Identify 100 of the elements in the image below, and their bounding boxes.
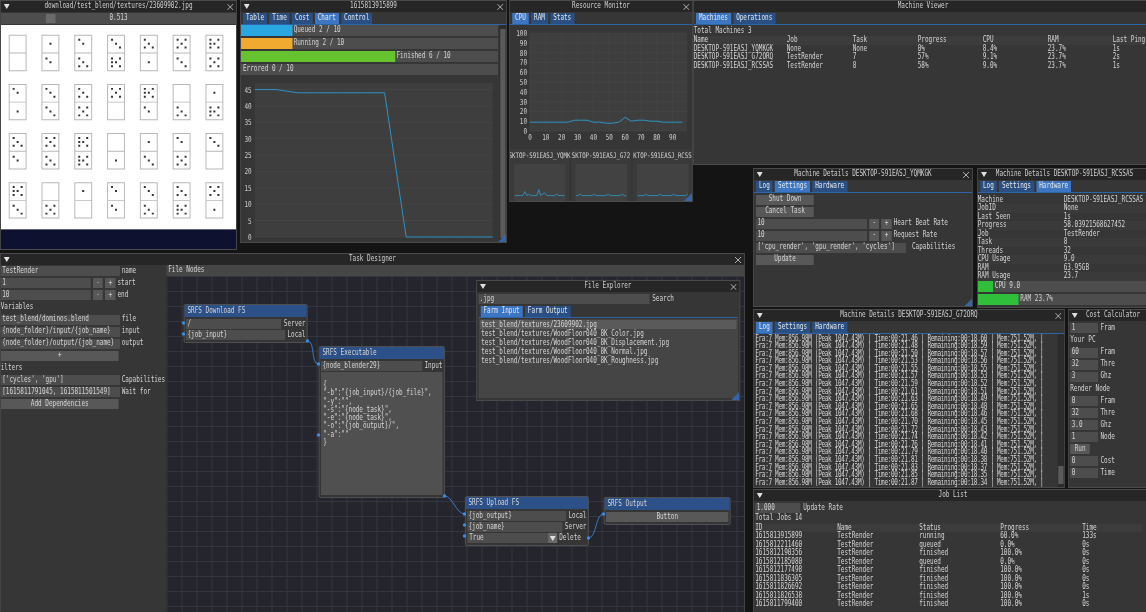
input-field[interactable]: {job_output} — [467, 511, 567, 521]
tab[interactable]: Log — [756, 322, 773, 333]
tab[interactable]: Cost — [292, 13, 313, 24]
tab[interactable]: CPU — [512, 13, 529, 24]
resize-grip[interactable] — [498, 234, 507, 242]
dropdown[interactable]: True — [467, 533, 557, 543]
input-field[interactable]: test_blend/dominos.blend — [0, 314, 120, 325]
minus-button[interactable]: - — [869, 230, 880, 241]
text-area[interactable]: { "-b":"{job_input}/{job_file}", "-y":"", "-s":"{node_task}", "-e":"{node_task}", "-o":"{job_output}/", "-a":"" } — [321, 372, 443, 495]
pin-dot[interactable] — [306, 339, 310, 343]
tab[interactable]: Table — [243, 13, 268, 24]
node[interactable]: SRFS Upload FS {job_output} Local {job_name} Server True Delete — [464, 496, 589, 546]
minus-button[interactable]: - — [93, 278, 103, 288]
tab[interactable]: Operations — [733, 13, 776, 24]
slider[interactable]: 0.513 — [0, 13, 237, 24]
input-field[interactable]: [1615811791045, 1615811501549] — [0, 387, 120, 397]
title-bar[interactable]: Resource Monitor — [509, 1, 693, 12]
tab[interactable]: Stats — [550, 13, 575, 24]
tab[interactable]: Chart — [314, 13, 339, 24]
resize-grip[interactable] — [964, 298, 973, 306]
collapse-icon[interactable] — [756, 493, 763, 498]
input-field[interactable]: TestRender — [0, 266, 120, 276]
input-field[interactable]: ['cpu_render', 'gpu_render', 'cycles'] — [756, 242, 906, 253]
minus-button[interactable]: - — [869, 218, 880, 229]
title-bar[interactable]: 1615813915899 — [240, 1, 507, 12]
input-field[interactable]: 32 — [1070, 408, 1099, 418]
scrollbar[interactable] — [1057, 333, 1065, 487]
resize-grip[interactable] — [684, 193, 693, 201]
title-bar[interactable]: File Explorer — [476, 281, 740, 292]
pin-dot[interactable] — [317, 433, 321, 437]
tab[interactable]: RAM — [531, 13, 548, 24]
input-field[interactable]: {job_input} — [186, 330, 286, 340]
file-item[interactable]: test_blend/textures/WoodFloor040_8K_Roughness.jpg — [479, 355, 737, 365]
plus-button[interactable]: + — [105, 278, 116, 288]
title-bar[interactable]: Machine Details DESKTOP-S91EASJ_YQMKGK — [753, 169, 973, 180]
input-field[interactable]: 1 — [1070, 432, 1099, 442]
pin-dot[interactable] — [443, 494, 447, 498]
node-button[interactable]: Button — [606, 512, 729, 522]
tab[interactable]: Farm Input — [480, 306, 523, 317]
run-button[interactable]: Run — [1070, 444, 1091, 454]
input-field[interactable]: ['cycles', 'gpu'] — [0, 375, 120, 385]
tab[interactable]: Farm Output — [524, 306, 571, 317]
title-bar[interactable]: Machine Viewer — [693, 1, 1146, 12]
tab[interactable]: Log — [756, 181, 773, 192]
file-item[interactable]: test_blend/textures/WoodFloor040_8K_Color.jpg — [479, 328, 737, 338]
file-item[interactable]: test_blend/textures/WoodFloor040_8K_Normal.jpg — [479, 346, 737, 356]
input-field[interactable]: {job_name} — [467, 522, 563, 532]
plus-button[interactable]: + — [881, 218, 892, 229]
collapse-icon[interactable] — [3, 257, 10, 262]
pin-dot[interactable] — [182, 332, 186, 336]
tab[interactable]: Hardware — [812, 181, 848, 192]
tab[interactable]: Log — [980, 181, 997, 192]
input-field[interactable]: 32 — [1070, 359, 1099, 370]
collapse-icon[interactable] — [756, 172, 763, 177]
input-field[interactable]: 0 — [1070, 468, 1099, 478]
tab[interactable]: Control — [341, 13, 373, 24]
input-field[interactable]: 1.000 — [755, 503, 801, 513]
slider-thumb[interactable] — [45, 14, 56, 23]
tab[interactable]: Machines — [696, 13, 731, 24]
node[interactable]: SRFS Output Button — [603, 497, 731, 525]
form-button[interactable]: + — [0, 350, 119, 361]
input-field[interactable]: 10 — [756, 218, 867, 229]
tab[interactable]: Hardware — [812, 322, 848, 333]
pin-dot[interactable] — [463, 534, 467, 538]
input-field[interactable]: 60 — [1070, 347, 1099, 358]
input-field[interactable]: 0 — [1070, 456, 1099, 466]
form-button[interactable]: Add Dependencies — [0, 399, 119, 409]
input-field[interactable]: {node_folder}/input/{job_name} — [0, 326, 120, 337]
pin-dot[interactable] — [463, 512, 467, 516]
tab[interactable]: Settings — [999, 181, 1034, 192]
input-field[interactable]: 3 — [1070, 371, 1099, 382]
minus-button[interactable]: - — [93, 290, 103, 300]
action-button[interactable]: Shut Down — [756, 194, 814, 205]
plus-button[interactable]: + — [881, 230, 892, 241]
pin-dot[interactable] — [602, 512, 606, 516]
collapse-icon[interactable] — [756, 313, 763, 318]
title-bar[interactable]: Job List — [753, 490, 1146, 501]
file-item[interactable]: test_blend/textures/23609902.jpg — [479, 319, 737, 329]
update-button[interactable]: Update — [756, 254, 814, 265]
scrollbar[interactable] — [499, 24, 507, 242]
input-field[interactable]: {node_blender29} — [321, 361, 423, 371]
input-field[interactable]: 3.0 — [1070, 420, 1099, 430]
tab[interactable]: Settings — [775, 322, 810, 333]
input-field[interactable]: 0 — [1070, 396, 1099, 406]
title-bar[interactable]: download/test_blend/textures/23609902.jpg — [0, 1, 237, 12]
input-field[interactable]: 1 — [0, 278, 91, 288]
tab[interactable]: Settings — [775, 181, 810, 192]
title-bar[interactable]: Machine Details DESKTOP-S91EASJ_G72ORQ — [753, 310, 1065, 321]
input-field[interactable]: 10 — [0, 290, 91, 300]
search-field[interactable]: .jpg — [478, 294, 650, 304]
collapse-icon[interactable] — [243, 4, 250, 9]
collapse-icon[interactable] — [980, 172, 987, 177]
collapse-icon[interactable] — [1071, 313, 1078, 318]
pin-dot[interactable] — [463, 523, 467, 527]
pin-dot[interactable] — [587, 536, 591, 540]
title-bar[interactable]: Task Designer — [0, 254, 745, 265]
resize-grip[interactable] — [731, 392, 740, 400]
plus-button[interactable]: + — [105, 290, 116, 300]
input-field[interactable]: 10 — [756, 230, 867, 241]
node[interactable]: SRFS Download FS / Server {job_input} Local — [183, 304, 308, 343]
